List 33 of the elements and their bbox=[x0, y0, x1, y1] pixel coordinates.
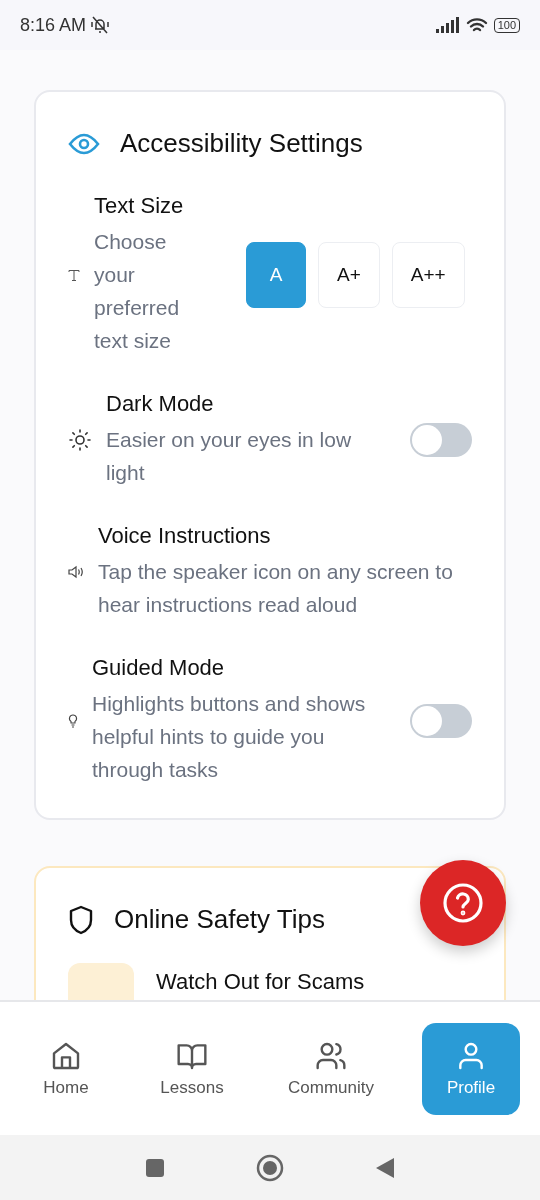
nav-tab[interactable]: Home bbox=[2, 1022, 130, 1115]
text-size-option[interactable]: A+ bbox=[318, 242, 380, 308]
setting-description: Tap the speaker icon on any screen to hear instructions read aloud bbox=[98, 559, 454, 618]
shield-icon bbox=[68, 904, 94, 935]
help-icon bbox=[442, 882, 484, 924]
toggle-switch[interactable] bbox=[410, 423, 472, 457]
back-icon[interactable] bbox=[374, 1156, 395, 1179]
signal-icon bbox=[435, 17, 460, 33]
nav-tab[interactable]: Lessons bbox=[130, 1022, 254, 1115]
sun-icon bbox=[68, 428, 92, 452]
setting-description: Easier on your eyes in low light bbox=[106, 427, 353, 486]
text-size-option[interactable]: A++ bbox=[391, 242, 465, 308]
toggle-switch[interactable] bbox=[410, 703, 472, 738]
setting-description: Highlights buttons and shows helpful hints to guide you through tasks bbox=[92, 691, 367, 783]
card-title: Online Safety Tips bbox=[114, 904, 325, 935]
muted-bell-icon bbox=[90, 16, 111, 34]
recents-icon bbox=[145, 1157, 166, 1178]
card-title: Accessibility Settings bbox=[120, 128, 363, 159]
setting-title: Text Size bbox=[94, 193, 185, 219]
home-button-icon[interactable] bbox=[256, 1153, 284, 1182]
wifi-icon bbox=[465, 16, 488, 34]
nav-tab[interactable]: Community bbox=[254, 1022, 408, 1115]
text-icon bbox=[68, 269, 80, 281]
setting-title: Guided Mode bbox=[92, 655, 226, 681]
tip-title: Watch Out for Scams bbox=[156, 969, 365, 995]
lightbulb-icon bbox=[68, 713, 78, 728]
setting-title: Dark Mode bbox=[106, 391, 215, 417]
setting-description: Choose your preferred text size bbox=[94, 229, 181, 354]
status-time: 8:16 AM bbox=[20, 14, 87, 36]
battery-indicator: 100 bbox=[493, 17, 520, 33]
setting-title: Voice Instructions bbox=[98, 523, 272, 549]
eye-icon bbox=[68, 132, 100, 155]
speaker-icon bbox=[68, 565, 84, 579]
